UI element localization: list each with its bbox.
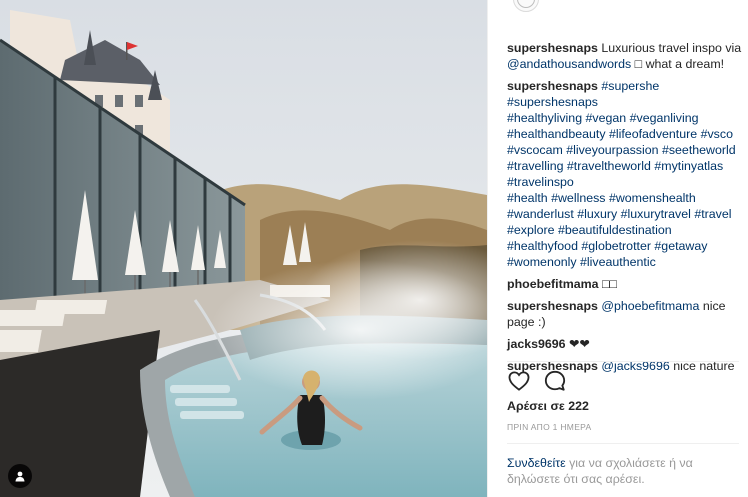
heart-icon[interactable] — [507, 369, 531, 393]
post-sidebar: supershesnaps Luxurious travel inspo via… — [487, 0, 748, 497]
comment-list: supershesnaps Luxurious travel inspo via… — [507, 40, 743, 380]
divider — [507, 443, 739, 444]
login-link[interactable]: Συνδεθείτε — [507, 456, 566, 470]
comment: jacks9696 ❤❤ — [507, 336, 743, 352]
comment-text: □□ — [602, 277, 617, 291]
comment-mention[interactable]: @andathousandwords — [507, 57, 631, 71]
comment-username[interactable]: supershesnaps — [507, 79, 598, 93]
hashtag-line[interactable]: #travelling #traveltheworld #mytinyatlas — [507, 158, 743, 174]
login-prompt: Συνδεθείτε για να σχολιάσετε ή να δηλώσε… — [507, 455, 732, 487]
post-photo-illustration — [0, 0, 487, 497]
comment-text-end: □ what a dream! — [634, 57, 725, 71]
hashtag-line[interactable]: #travelinspo — [507, 174, 743, 190]
comment-username[interactable]: supershesnaps — [507, 41, 598, 55]
hashtag-line[interactable]: #healthyfood #globetrotter #getaway — [507, 238, 743, 254]
hashtag-line[interactable]: #healthandbeauty #lifeofadventure #vsco — [507, 126, 743, 142]
hashtag-line[interactable]: #health #wellness #womenshealth — [507, 190, 743, 206]
likes-count[interactable]: Αρέσει σε 222 — [507, 399, 589, 413]
comment-username[interactable]: phoebefitmama — [507, 277, 599, 291]
comment-username[interactable]: supershesnaps — [507, 299, 598, 313]
hashtag-line[interactable]: #explore #beautifuldestination — [507, 222, 743, 238]
comment: phoebefitmama □□ — [507, 276, 743, 292]
divider — [507, 361, 739, 362]
caption-comment: supershesnaps Luxurious travel inspo via… — [507, 40, 743, 72]
post-photo[interactable] — [0, 0, 487, 497]
comment-text: ❤❤ — [569, 337, 590, 351]
comment-text: Luxurious travel inspo via — [601, 41, 742, 55]
hashtag-line[interactable]: #healthyliving #vegan #veganliving — [507, 110, 743, 126]
speech-bubble-icon[interactable] — [543, 369, 567, 393]
hashtag-line[interactable]: #wanderlust #luxury #luxurytravel #trave… — [507, 206, 743, 222]
comment: supershesnaps @phoebefitmama nice page :… — [507, 298, 743, 330]
comment-username[interactable]: jacks9696 — [507, 337, 566, 351]
hashtag-line[interactable]: #womenonly #liveauthentic — [507, 254, 743, 270]
action-bar — [507, 369, 567, 393]
hashtag-comment: supershesnaps #supershe #supershesnaps #… — [507, 78, 743, 270]
person-tag-icon[interactable] — [8, 464, 32, 488]
comment-mention[interactable]: @phoebefitmama — [601, 299, 699, 313]
avatar[interactable] — [513, 0, 539, 12]
avatar-image — [517, 0, 535, 8]
hashtag-line[interactable]: #vscocam #liveyourpassion #seetheworld — [507, 142, 743, 158]
post-timestamp[interactable]: ΠΡΙΝ ΑΠΟ 1 ΗΜΕΡΑ — [507, 422, 591, 432]
